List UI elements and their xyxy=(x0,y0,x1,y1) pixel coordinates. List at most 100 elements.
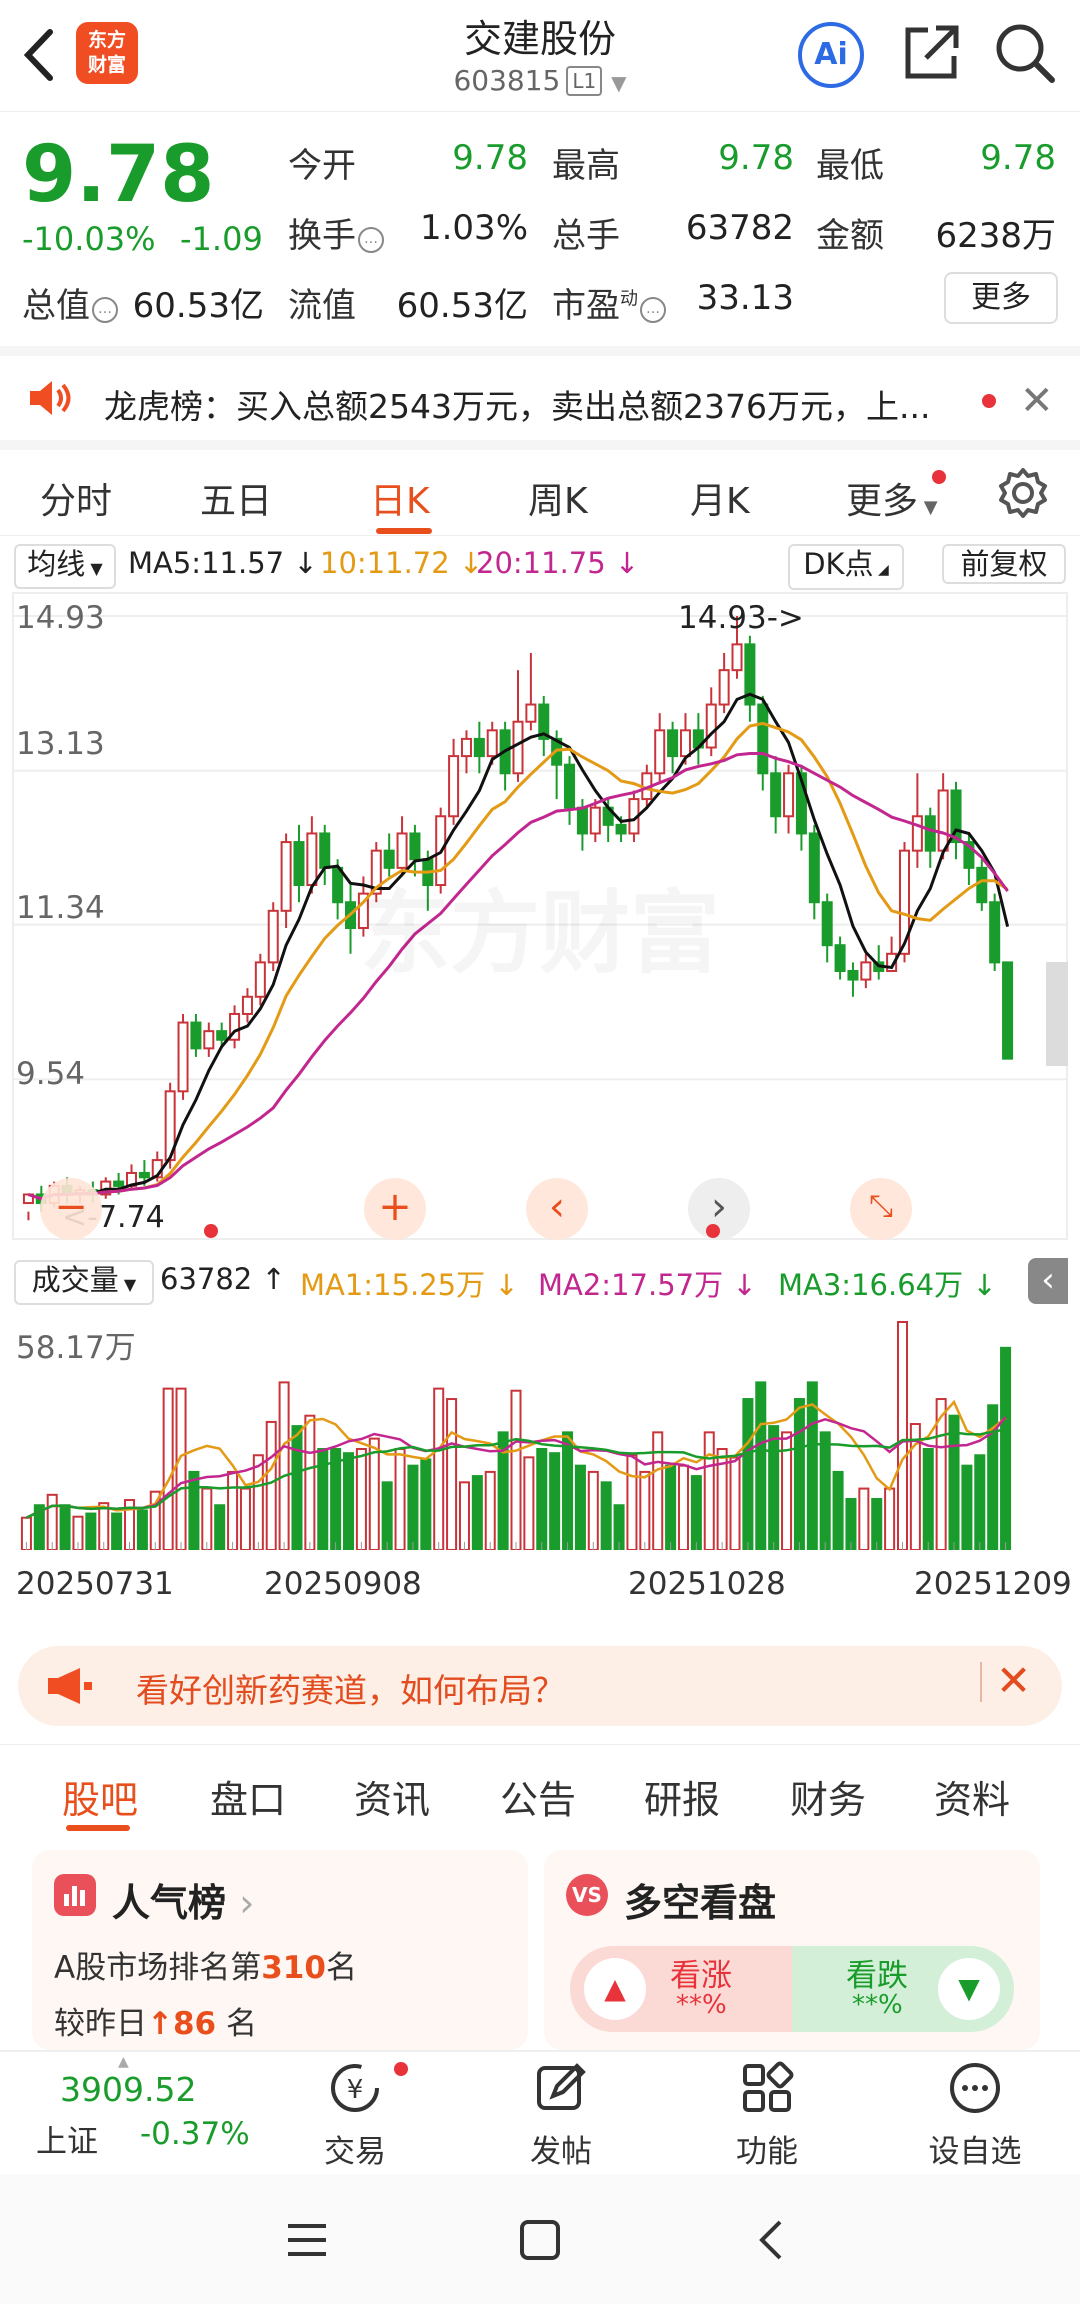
gear-icon[interactable] xyxy=(996,466,1050,524)
tab-announcements[interactable]: 公告 xyxy=(500,1769,576,1824)
header: 东方 财富 交建股份 603815 L1 ▼ Ai xyxy=(0,0,1080,112)
candle-body xyxy=(216,1030,228,1041)
down-arrow-icon: ▼ xyxy=(938,1958,1000,2020)
candle-body xyxy=(911,815,923,852)
tab-finance[interactable]: 财务 xyxy=(790,1769,866,1824)
volume-bar xyxy=(278,1381,290,1550)
tab-more[interactable]: 更多 ▼ xyxy=(846,472,938,524)
volume-bar xyxy=(471,1475,483,1550)
open-label: 今开 xyxy=(288,146,356,186)
candle-body xyxy=(731,643,743,672)
nav-function[interactable]: 功能 xyxy=(692,2060,842,2171)
volume-label: 总手 xyxy=(552,216,620,256)
candle-body xyxy=(821,901,833,947)
candle-body xyxy=(989,901,1001,964)
volume-bar xyxy=(433,1387,445,1550)
tab-profile[interactable]: 资料 xyxy=(934,1769,1010,1824)
volume-bar xyxy=(484,1470,496,1550)
tab-pankou[interactable]: 盘口 xyxy=(210,1769,286,1824)
share-icon[interactable] xyxy=(900,22,962,88)
turnover-label: 换手… xyxy=(288,208,384,257)
info-icon[interactable]: … xyxy=(640,297,666,323)
volume-bar xyxy=(446,1398,458,1550)
ma-type-select[interactable]: 均线 ▼ xyxy=(14,544,116,589)
tab-five-day[interactable]: 五日 xyxy=(200,472,272,524)
volume-max-label: 58.17万 xyxy=(16,1330,136,1366)
candle-body xyxy=(976,866,988,904)
date-tick: 20250731 xyxy=(16,1566,174,1602)
volume-bar xyxy=(46,1493,58,1550)
ai-button[interactable]: Ai xyxy=(798,22,864,88)
price-adjust-button[interactable]: 前复权 xyxy=(942,544,1066,584)
volume-chart[interactable] xyxy=(12,1298,1068,1550)
dk-point-button[interactable]: DK点 ◢ xyxy=(788,544,904,590)
bull-percent: **% xyxy=(676,1990,727,2020)
candle-body xyxy=(564,763,576,809)
candle-body xyxy=(576,806,588,835)
close-icon[interactable]: ✕ xyxy=(996,1656,1031,1705)
nav-post[interactable]: 发帖 xyxy=(486,2060,636,2171)
tab-daily-k[interactable]: 日K xyxy=(370,472,430,524)
more-button[interactable]: 更多 xyxy=(944,272,1058,324)
high-value: 9.78 xyxy=(718,138,794,178)
volume-bar xyxy=(111,1512,123,1550)
quote-panel: 9.78 -10.03% -1.09 今开 9.78 最高 9.78 最低 9.… xyxy=(0,112,1080,342)
nav-trade[interactable]: ¥ 交易 xyxy=(280,2060,430,2171)
close-icon[interactable]: ✕ xyxy=(1020,378,1054,424)
event-dot xyxy=(204,1224,218,1238)
tab-intraday[interactable]: 分时 xyxy=(40,472,112,524)
volume-bar xyxy=(136,1509,148,1550)
info-icon[interactable]: … xyxy=(358,227,384,253)
bull-button[interactable]: ▲ 看涨 **% xyxy=(570,1946,792,2032)
volume-bar xyxy=(574,1464,586,1550)
index-ticker[interactable]: 3909.52 上证 -0.37% ▲ xyxy=(0,2052,250,2176)
volume-bar xyxy=(536,1448,548,1550)
ma5-label: MA5:11.57 ↓ xyxy=(128,546,318,580)
volume-bar xyxy=(768,1425,780,1550)
candle-body xyxy=(306,832,318,887)
home-icon[interactable] xyxy=(518,2218,562,2266)
volume-bar xyxy=(201,1487,213,1550)
mktcap-label: 总值… xyxy=(22,278,118,327)
active-tab-underline xyxy=(66,1825,130,1831)
bottom-nav: 3909.52 上证 -0.37% ▲ ¥ 交易 发帖 功能 设自选 xyxy=(0,2050,1080,2174)
volume-bar xyxy=(330,1448,342,1550)
bull-bear-card[interactable]: VS 多空看盘 ▲ 看涨 **% 看跌 **% ▼ xyxy=(544,1850,1040,2050)
info-icon[interactable]: … xyxy=(92,297,118,323)
volume-bar xyxy=(974,1454,986,1550)
zoom-in-button[interactable]: + xyxy=(364,1178,426,1240)
divider xyxy=(980,1662,982,1702)
candle-body xyxy=(190,1021,202,1050)
candle-body xyxy=(177,1021,189,1093)
zoom-out-button[interactable]: − xyxy=(40,1178,102,1240)
scroll-left-button[interactable]: ‹ xyxy=(526,1178,588,1240)
tab-news[interactable]: 资讯 xyxy=(354,1769,430,1824)
nav-add-favorite[interactable]: 设自选 xyxy=(900,2060,1050,2171)
tab-research[interactable]: 研报 xyxy=(644,1769,720,1824)
candle-body xyxy=(679,729,691,758)
volume-bar xyxy=(162,1387,174,1550)
fullscreen-icon[interactable]: ⤡ xyxy=(850,1178,912,1240)
content-tabs: 股吧 盘口 资讯 公告 研报 财务 资料 xyxy=(0,1744,1080,1840)
search-icon[interactable] xyxy=(992,20,1058,90)
lhb-notice-bar[interactable]: 龙虎榜：买入总额2543万元，卖出总额2376万元，上... ✕ xyxy=(0,346,1080,440)
popularity-card[interactable]: 人气榜 › A股市场排名第310名 较昨日↑86 名 xyxy=(32,1850,528,2050)
amount-label: 金额 xyxy=(816,216,884,256)
vs-icon: VS xyxy=(566,1874,608,1916)
candle-body xyxy=(267,909,279,964)
max-price-marker: 14.93-> xyxy=(678,600,804,636)
tab-guba[interactable]: 股吧 xyxy=(62,1769,138,1824)
candle-body xyxy=(860,961,872,981)
volume-bar xyxy=(896,1321,909,1550)
bear-button[interactable]: 看跌 **% ▼ xyxy=(792,1946,1014,2032)
volume-bar xyxy=(652,1431,664,1550)
candle-body xyxy=(512,720,524,775)
menu-icon[interactable] xyxy=(286,2220,328,2264)
tab-monthly-k[interactable]: 月K xyxy=(690,472,750,524)
tab-weekly-k[interactable]: 周K xyxy=(528,472,588,524)
promo-banner[interactable]: 看好创新药赛道，如何布局？ ✕ xyxy=(18,1646,1062,1726)
index-value: 3909.52 xyxy=(60,2070,197,2109)
volume-bar xyxy=(265,1420,277,1550)
volume-bar xyxy=(343,1452,355,1550)
back-nav-icon[interactable] xyxy=(752,2216,792,2268)
